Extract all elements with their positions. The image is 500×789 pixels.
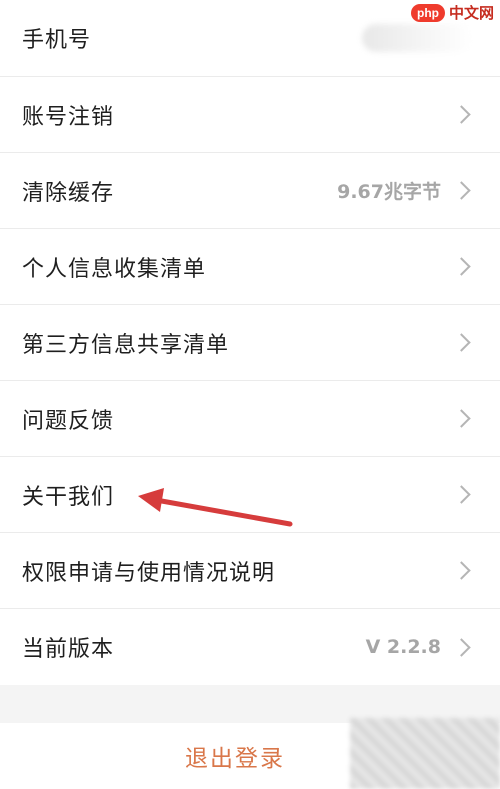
blurred-phone-number	[362, 24, 472, 52]
chevron-right-icon	[452, 257, 471, 276]
chevron-right-icon	[452, 485, 471, 504]
row-feedback[interactable]: 问题反馈	[0, 381, 500, 457]
row-version[interactable]: 当前版本 V 2.2.8	[0, 609, 500, 685]
row-third-party-sharing-label: 第三方信息共享清单	[22, 332, 230, 358]
cache-size-value: 9.67兆字节	[337, 181, 441, 203]
settings-list: 手机号 账号注销 清除缓存 9.67兆字节 个人信息收集清单 第三方信息共享清单…	[0, 0, 500, 685]
row-permissions-label: 权限申请与使用情况说明	[22, 560, 276, 586]
chevron-right-icon	[452, 181, 471, 200]
row-clear-cache[interactable]: 清除缓存 9.67兆字节	[0, 153, 500, 229]
row-account-cancel[interactable]: 账号注销	[0, 77, 500, 153]
row-feedback-label: 问题反馈	[22, 408, 115, 434]
row-personal-info-list[interactable]: 个人信息收集清单	[0, 229, 500, 305]
row-about-us-label: 关干我们	[22, 484, 115, 510]
red-arrow-icon	[138, 488, 293, 527]
row-personal-info-list-label: 个人信息收集清单	[22, 256, 207, 282]
logout-button[interactable]: 退出登录	[185, 739, 285, 773]
row-phone-label: 手机号	[22, 28, 92, 53]
watermark: php 中文网	[410, 2, 494, 23]
watermark-text: 中文网	[448, 4, 494, 22]
watermark-badge: php	[410, 3, 445, 22]
chevron-right-icon	[452, 409, 471, 428]
chevron-right-icon	[452, 105, 471, 124]
row-version-label: 当前版本	[22, 637, 115, 662]
chevron-right-icon	[452, 637, 471, 657]
row-clear-cache-label: 清除缓存	[22, 180, 115, 206]
blurred-corner-region	[350, 718, 500, 789]
version-value: V 2.2.8	[365, 636, 441, 658]
row-account-cancel-label: 账号注销	[22, 104, 115, 130]
chevron-right-icon	[452, 333, 471, 352]
row-third-party-sharing[interactable]: 第三方信息共享清单	[0, 305, 500, 381]
row-permissions[interactable]: 权限申请与使用情况说明	[0, 533, 500, 609]
chevron-right-icon	[452, 561, 471, 580]
